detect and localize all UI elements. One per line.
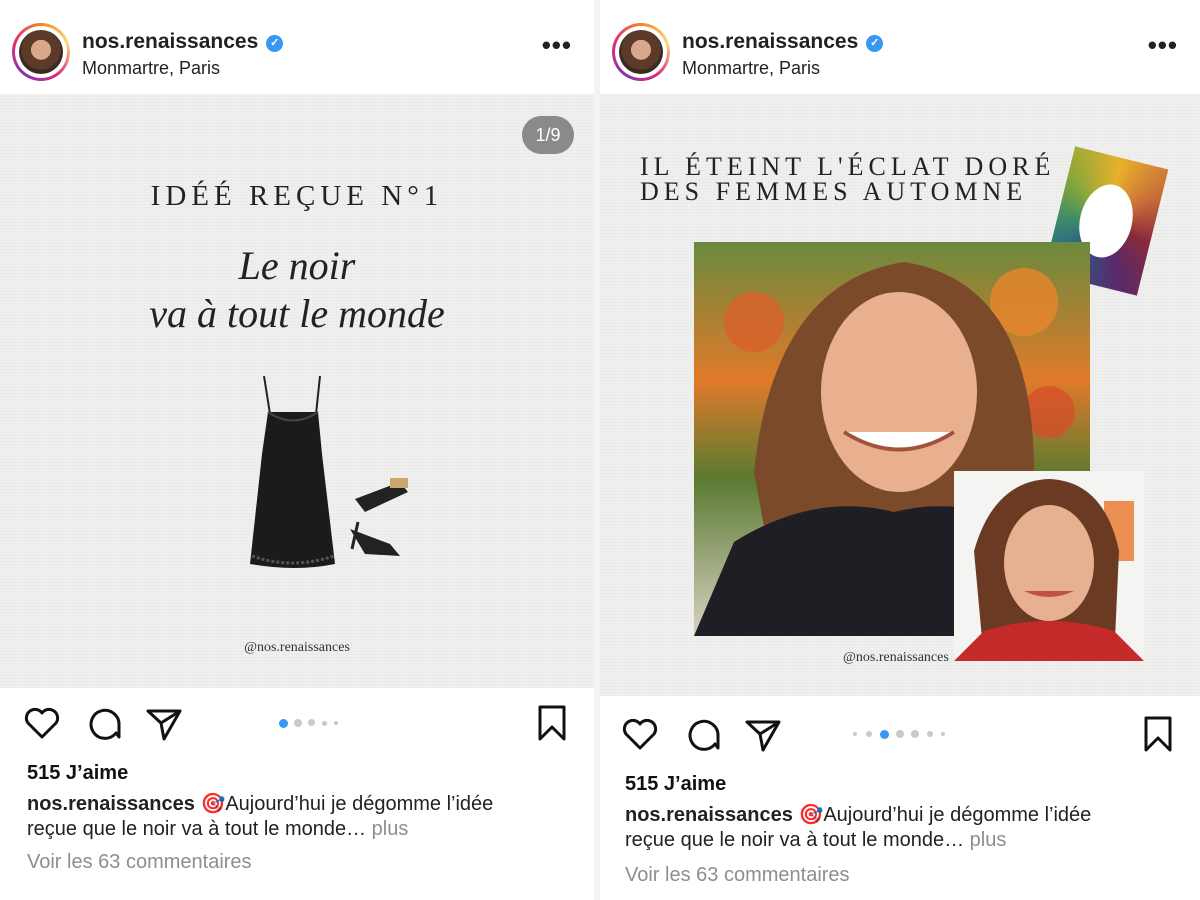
post-header: nos.renaissances ✓ Monmartre, Paris ••• bbox=[0, 0, 594, 94]
username-text[interactable]: nos.renaissances bbox=[82, 30, 258, 53]
target-emoji: 🎯 bbox=[200, 793, 226, 815]
slide-handle: @nos.renaissances bbox=[244, 640, 350, 655]
avatar[interactable] bbox=[12, 23, 70, 81]
post-left: nos.renaissances ✓ Monmartre, Paris ••• 1… bbox=[0, 0, 594, 900]
post-right: nos.renaissances ✓ Monmartre, Paris ••• I… bbox=[600, 0, 1200, 900]
slide-title-line2: DES FEMMES AUTOMNE bbox=[640, 177, 1028, 206]
carousel-dot bbox=[279, 719, 288, 728]
more-link[interactable]: plus bbox=[372, 818, 409, 840]
post-media[interactable]: 1/9 IDÉÉ REÇUE N°1 Le noir va à tout le … bbox=[0, 94, 594, 688]
caption: nos.renaissances 🎯Aujourd’hui je dégomme… bbox=[27, 792, 567, 842]
carousel-dot bbox=[294, 719, 302, 727]
caption-username[interactable]: nos.renaissances bbox=[625, 804, 793, 826]
carousel-dot bbox=[853, 732, 857, 736]
slide-title: IL ÉTEINT L'ÉCLAT DORÉ DES FEMMES AUTOMN… bbox=[640, 152, 1056, 206]
bookmark-icon[interactable] bbox=[1138, 714, 1178, 754]
comment-icon[interactable] bbox=[83, 703, 123, 743]
more-icon[interactable]: ••• bbox=[1148, 30, 1178, 61]
share-icon[interactable] bbox=[743, 714, 783, 754]
action-bar bbox=[0, 703, 594, 763]
view-comments-link[interactable]: Voir les 63 commentaires bbox=[625, 864, 850, 887]
carousel-dot bbox=[334, 721, 338, 725]
carousel-dot bbox=[322, 721, 327, 726]
slide-kicker: IDÉÉ REÇUE N°1 bbox=[150, 180, 444, 212]
portrait-photo-small bbox=[954, 471, 1144, 661]
heart-icon[interactable] bbox=[620, 714, 660, 754]
post-media[interactable]: IL ÉTEINT L'ÉCLAT DORÉ DES FEMMES AUTOMN… bbox=[600, 94, 1200, 696]
likes-count[interactable]: 515 J’aime bbox=[27, 762, 128, 785]
carousel-dot bbox=[880, 730, 889, 739]
carousel-dot bbox=[896, 730, 904, 738]
share-icon[interactable] bbox=[144, 703, 184, 743]
caption-text-line2: reçue que le noir va à tout le monde… bbox=[27, 818, 367, 840]
verified-icon: ✓ bbox=[266, 35, 284, 52]
slide-title-line2: va à tout le monde bbox=[149, 291, 445, 336]
carousel-dot bbox=[308, 719, 315, 726]
caption: nos.renaissances 🎯Aujourd’hui je dégomme… bbox=[625, 803, 1165, 853]
black-dress-image bbox=[250, 375, 408, 568]
carousel-dot bbox=[941, 732, 945, 736]
caption-text-line1: Aujourd’hui je dégomme l’idée bbox=[823, 804, 1092, 826]
caption-text-line1: Aujourd’hui je dégomme l’idée bbox=[225, 793, 494, 815]
location[interactable]: Monmartre, Paris bbox=[82, 58, 220, 79]
verified-icon: ✓ bbox=[866, 35, 884, 52]
slide-title-line1: IL ÉTEINT L'ÉCLAT DORÉ bbox=[640, 152, 1056, 181]
username[interactable]: nos.renaissances ✓ bbox=[682, 30, 884, 54]
carousel-dot bbox=[911, 730, 919, 738]
carousel-dot bbox=[866, 731, 872, 737]
bookmark-icon[interactable] bbox=[532, 703, 572, 743]
heart-icon[interactable] bbox=[22, 703, 62, 743]
slide-counter: 1/9 bbox=[522, 116, 574, 154]
view-comments-link[interactable]: Voir les 63 commentaires bbox=[27, 851, 252, 874]
username-text[interactable]: nos.renaissances bbox=[682, 30, 858, 53]
comment-icon[interactable] bbox=[682, 714, 722, 754]
carousel-dot bbox=[927, 731, 933, 737]
avatar[interactable] bbox=[612, 23, 670, 81]
target-emoji: 🎯 bbox=[798, 804, 824, 826]
slide-handle: @nos.renaissances bbox=[843, 650, 949, 665]
caption-text-line2: reçue que le noir va à tout le monde… bbox=[625, 829, 965, 851]
post-header: nos.renaissances ✓ Monmartre, Paris ••• bbox=[600, 0, 1200, 94]
caption-username[interactable]: nos.renaissances bbox=[27, 793, 195, 815]
action-bar bbox=[600, 714, 1200, 774]
username[interactable]: nos.renaissances ✓ bbox=[82, 30, 284, 54]
slide-title: Le noir va à tout le monde bbox=[0, 242, 594, 338]
likes-count[interactable]: 515 J’aime bbox=[625, 773, 726, 796]
more-icon[interactable]: ••• bbox=[542, 30, 572, 61]
more-link[interactable]: plus bbox=[970, 829, 1007, 851]
location[interactable]: Monmartre, Paris bbox=[682, 58, 820, 79]
slide-title-line1: Le noir bbox=[238, 243, 356, 288]
